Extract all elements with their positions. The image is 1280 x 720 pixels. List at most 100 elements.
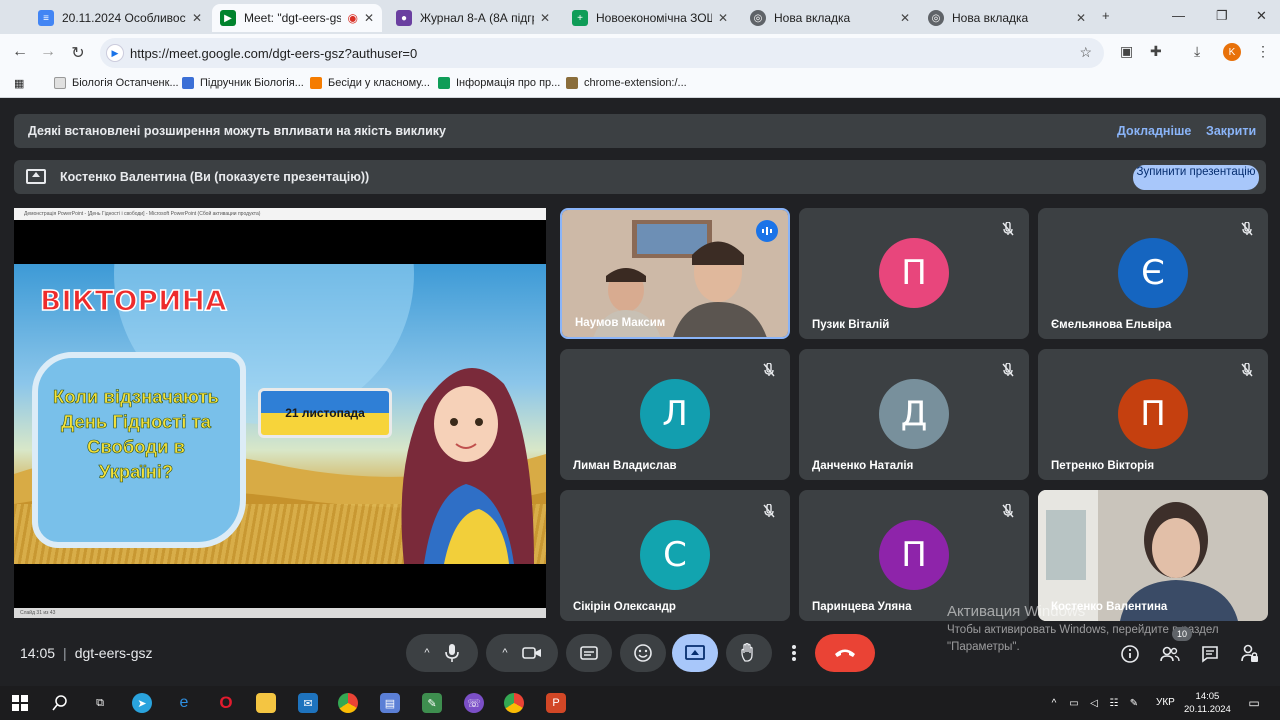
slide-title: ВІКТОРИНА (39, 283, 227, 318)
tab-docs[interactable]: ≡ 20.11.2024 Особливості с ✕ (30, 4, 210, 32)
viber-icon[interactable]: ☏ (464, 693, 484, 713)
mic-off-icon (758, 500, 780, 522)
microphone-control[interactable]: ^ (406, 634, 478, 672)
leave-call-button[interactable] (815, 634, 875, 672)
forward-icon[interactable]: → (38, 43, 58, 61)
bookmark-item[interactable]: Інформація про пр... (438, 77, 560, 89)
notification-icon[interactable]: ▭ (1244, 693, 1264, 713)
windows-activation-text: "Параметры". (947, 641, 1020, 653)
tab-close-icon[interactable]: ✕ (364, 11, 374, 25)
chat-icon[interactable] (1199, 643, 1221, 665)
tab-close-icon[interactable]: ✕ (718, 11, 728, 25)
stop-presenting-button[interactable]: Зупинити презентацію (1133, 165, 1259, 190)
new-tab-button[interactable]: + (1102, 8, 1110, 23)
search-icon[interactable] (50, 693, 70, 713)
mic-off-icon (1236, 359, 1258, 381)
minimize-icon[interactable]: — (1172, 8, 1185, 23)
mail-icon[interactable]: ✉ (298, 693, 318, 713)
download-icon[interactable]: ⤓ (1194, 43, 1200, 60)
file-explorer-icon[interactable] (256, 693, 276, 713)
raise-hand-button[interactable] (726, 634, 772, 672)
powerpoint-icon[interactable]: P (546, 693, 566, 713)
apps-grid-icon[interactable]: ▦ (14, 77, 24, 90)
opera-icon[interactable]: O (216, 693, 236, 713)
app-icon[interactable]: ✎ (422, 693, 442, 713)
telegram-icon[interactable]: ➤ (132, 693, 152, 713)
restore-icon[interactable]: ❐ (1216, 8, 1228, 24)
tab-close-icon[interactable]: ✕ (192, 11, 202, 25)
network-icon[interactable]: ☷ (1104, 693, 1124, 713)
present-screen-button[interactable] (672, 634, 718, 672)
emoji-icon (634, 644, 652, 662)
volume-icon[interactable]: ◁ (1084, 693, 1104, 713)
window-close-icon[interactable]: ✕ (1256, 8, 1267, 24)
address-bar[interactable]: ▶ https://meet.google.com/dgt-eers-gsz?a… (100, 38, 1104, 68)
host-controls-icon[interactable] (1239, 643, 1261, 665)
people-icon[interactable] (1159, 643, 1181, 665)
avatar: Л (640, 379, 710, 449)
tab-close-icon[interactable]: ✕ (540, 11, 550, 25)
microphone-icon (444, 644, 459, 662)
language-indicator[interactable]: УКР (1156, 697, 1175, 708)
meeting-info-icon[interactable] (1119, 643, 1141, 665)
participant-tile[interactable]: П Петренко Вікторія (1038, 349, 1268, 480)
tab-journal[interactable]: ● Журнал 8-А (8А підгрупа) ✕ (388, 4, 558, 32)
battery-icon[interactable]: ▭ (1064, 693, 1084, 713)
avatar: С (640, 520, 710, 590)
participant-tile[interactable]: Є Ємельянова Ельвіра (1038, 208, 1268, 339)
participant-tile[interactable]: Костенко Валентина (1038, 490, 1268, 621)
tab-meet[interactable]: ▶ Meet: "dgt-eers-gsz" ◉ ✕ (212, 4, 382, 32)
store-icon[interactable]: ▤ (380, 693, 400, 713)
browser-tab-bar: ≡ 20.11.2024 Особливості с ✕ ▶ Meet: "dg… (0, 0, 1280, 34)
bookmark-star-icon[interactable]: ☆ (1079, 44, 1092, 61)
more-options-button[interactable] (780, 634, 808, 672)
reactions-button[interactable] (620, 634, 666, 672)
task-view-icon[interactable]: ⧉ (90, 693, 110, 713)
captions-button[interactable] (566, 634, 612, 672)
chrome-icon[interactable] (504, 693, 524, 713)
bookmark-item[interactable]: Бесіди у класному... (310, 77, 430, 89)
tab-close-icon[interactable]: ✕ (1076, 11, 1086, 25)
slide-question: Коли відзначають День Гідності та Свобод… (53, 386, 219, 483)
avatar: П (879, 238, 949, 308)
camera-control[interactable]: ^ (486, 634, 558, 672)
menu-dots-icon[interactable]: ⋮ (1256, 43, 1270, 60)
participant-tile[interactable]: П Паринцева Уляна (799, 490, 1029, 621)
tab-sheets[interactable]: + Новоекономічна ЗОШ Ж ✕ (564, 4, 736, 32)
bookmark-item[interactable]: Підручник Біологія... (182, 77, 304, 89)
tab-new-2[interactable]: ◎ Нова вкладка ✕ (920, 4, 1094, 32)
participant-tile[interactable]: П Пузик Віталій (799, 208, 1029, 339)
windows-start-icon[interactable] (10, 693, 30, 713)
back-icon[interactable]: ← (10, 43, 30, 61)
page-icon (54, 77, 66, 89)
chevron-up-icon[interactable]: ^ (424, 647, 429, 659)
tab-close-icon[interactable]: ✕ (900, 11, 910, 25)
chevron-up-icon[interactable]: ^ (502, 647, 507, 659)
extension-icon[interactable]: ▣ (1120, 43, 1133, 60)
edge-icon[interactable]: e (174, 693, 194, 713)
tray-chevron-up-icon[interactable]: ^ (1044, 693, 1064, 713)
reload-icon[interactable]: ↻ (68, 43, 88, 63)
participant-tile[interactable]: Д Данченко Наталія (799, 349, 1029, 480)
learn-more-link[interactable]: Докладніше (1117, 124, 1191, 138)
participant-tile[interactable]: С Сікірін Олександр (560, 490, 790, 621)
profile-avatar[interactable]: K (1223, 43, 1241, 61)
participant-tile[interactable]: Наумов Максим (560, 208, 790, 339)
taskbar-clock[interactable]: 14:05 20.11.2024 (1184, 690, 1231, 716)
powerpoint-title-bar: Демонстрація PowerPoint - [День Гідності… (14, 208, 546, 220)
site-info-icon[interactable]: ▶ (106, 44, 124, 62)
close-banner-link[interactable]: Закрити (1206, 124, 1256, 138)
windows-activation-title: Активация Windows (947, 603, 1086, 620)
windows-taskbar: ⧉ ➤ e O ✉ ▤ ✎ ☏ P ^ ▭ ◁ ☷ ✎ УКР 14:05 20… (0, 686, 1280, 720)
avatar: Є (1118, 238, 1188, 308)
journal-icon: ● (396, 10, 412, 26)
pen-icon[interactable]: ✎ (1124, 693, 1144, 713)
chrome-icon[interactable] (338, 693, 358, 713)
participant-tile[interactable]: Л Лиман Владислав (560, 349, 790, 480)
browser-toolbar: ← → ↻ ▶ https://meet.google.com/dgt-eers… (0, 34, 1280, 72)
extensions-puzzle-icon[interactable]: ✚ (1150, 43, 1162, 60)
extension-warning-banner: Деякі встановлені розширення можуть впли… (14, 114, 1266, 148)
bookmark-item[interactable]: chrome-extension:/... (566, 77, 687, 89)
tab-new-1[interactable]: ◎ Нова вкладка ✕ (742, 4, 918, 32)
bookmark-item[interactable]: Біологія Остапченк... (54, 77, 179, 89)
